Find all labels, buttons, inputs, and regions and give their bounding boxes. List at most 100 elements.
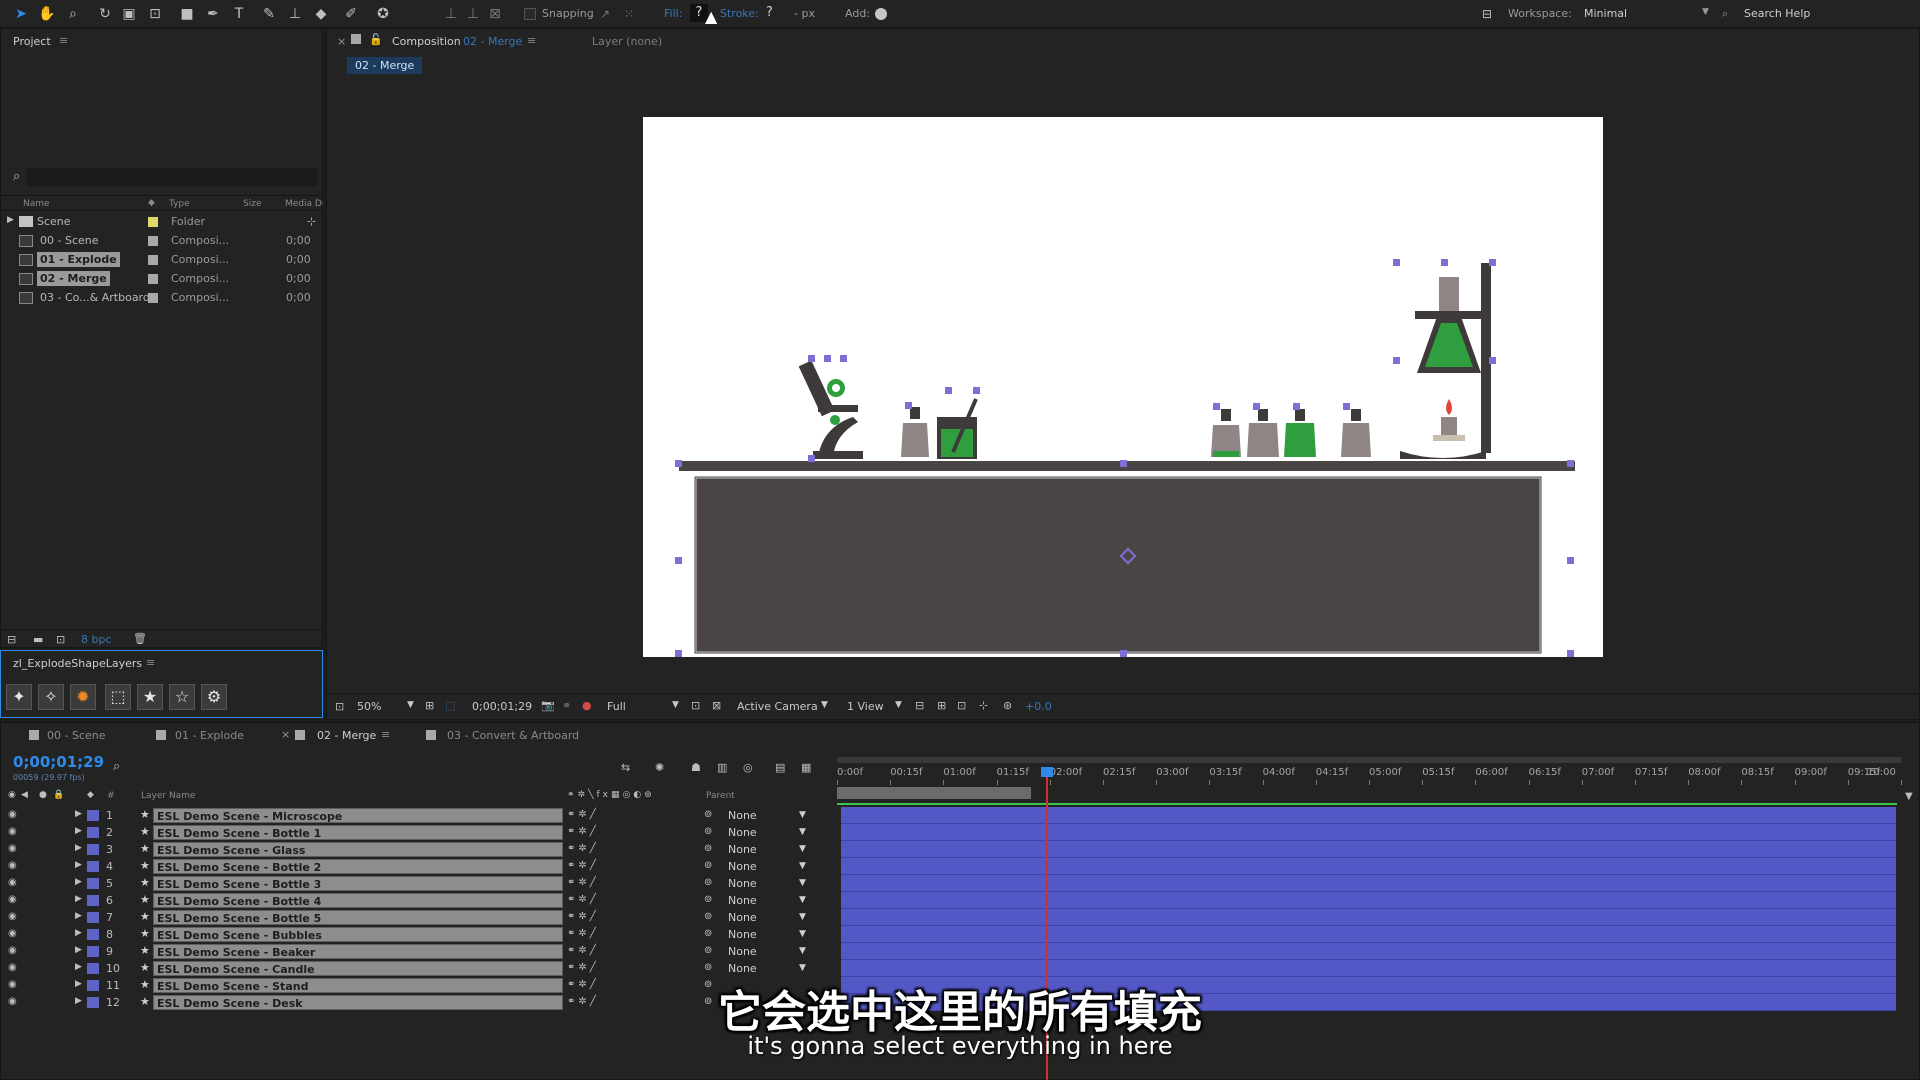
reset-exposure-icon[interactable]: ⊛	[1003, 699, 1012, 712]
video-icon[interactable]: ◉	[8, 790, 16, 800]
label-swatch[interactable]	[148, 274, 158, 284]
selection-handle[interactable]	[1489, 259, 1496, 266]
hand-tool-icon[interactable]: ✋	[36, 3, 58, 25]
project-search-input[interactable]	[27, 168, 317, 186]
layer-switches[interactable]: ⚭✲╱	[567, 877, 599, 888]
stroke-label[interactable]: Stroke:	[720, 7, 759, 20]
script-panel-tab[interactable]: zl_ExplodeShapeLayers	[13, 657, 142, 670]
project-item-comp[interactable]: 00 - Scene Composi... 0;00	[11, 232, 311, 251]
panel-menu-icon[interactable]: ≡	[59, 34, 68, 47]
panel-menu-icon[interactable]: ≡	[381, 728, 390, 741]
eye-icon[interactable]: ◉	[8, 860, 17, 871]
selection-handle[interactable]	[1393, 357, 1400, 364]
layer-row[interactable]: ◉ ▶ 9 ★ ESL Demo Scene - Beaker ⚭✲╱ ⊚ None ▼	[1, 943, 831, 960]
selection-handle[interactable]	[945, 387, 952, 394]
selection-handle[interactable]	[824, 355, 831, 362]
star-filled-icon[interactable]: ★	[137, 684, 163, 710]
lock-icon[interactable]: 🔒	[53, 790, 64, 800]
selection-handle[interactable]	[840, 355, 847, 362]
col-num[interactable]: #	[107, 791, 115, 801]
label-swatch[interactable]	[87, 895, 99, 906]
layer-switches[interactable]: ⚭✲╱	[567, 809, 599, 820]
label-swatch[interactable]	[87, 861, 99, 872]
selection-handle[interactable]	[1441, 259, 1448, 266]
brush-tool-icon[interactable]: ✎	[258, 3, 280, 25]
view-layout-dropdown[interactable]: 1 View	[847, 700, 884, 713]
close-tab-icon[interactable]: ×	[281, 728, 290, 741]
workspace-chevron-down-icon[interactable]: ▼	[1702, 7, 1709, 17]
star-outline-icon[interactable]: ☆	[169, 684, 195, 710]
expand-triangle-icon[interactable]: ▶	[75, 860, 82, 870]
chevron-down-icon[interactable]: ▼	[821, 700, 828, 710]
layer-row[interactable]: ◉ ▶ 2 ★ ESL Demo Scene - Bottle 1 ⚭✲╱ ⊚ None…	[1, 824, 831, 841]
layer-switches[interactable]: ⚭✲╱	[567, 826, 599, 837]
panel-menu-icon[interactable]: ≡	[527, 34, 536, 47]
selection-handle[interactable]	[1567, 557, 1574, 564]
stroke-width-field[interactable]: - px	[794, 7, 815, 20]
resolution-dropdown[interactable]: Full	[607, 700, 626, 713]
comp-breadcrumb[interactable]: 02 - Merge	[347, 57, 423, 74]
eye-icon[interactable]: ◉	[8, 911, 17, 922]
layer-row[interactable]: ◉ ▶ 3 ★ ESL Demo Scene - Glass ⚭✲╱ ⊚ None ▼	[1, 841, 831, 858]
selection-handle[interactable]	[1343, 403, 1350, 410]
col-layer-name[interactable]: Layer Name	[141, 791, 196, 801]
show-snapshot-icon[interactable]: ⚭	[562, 699, 571, 712]
label-swatch[interactable]	[87, 827, 99, 838]
expand-triangle-icon[interactable]: ▶	[75, 809, 82, 819]
axis-world-icon[interactable]: ⊥	[462, 3, 484, 25]
chevron-down-icon[interactable]: ▼	[799, 895, 806, 905]
label-swatch[interactable]	[148, 293, 158, 303]
project-tab[interactable]: Project	[13, 35, 51, 48]
pick-whip-icon[interactable]: ⊚	[704, 928, 712, 939]
project-item-comp[interactable]: 01 - Explode Composi... 0;00	[11, 251, 311, 270]
layer-duration-bar[interactable]	[841, 909, 1896, 926]
label-swatch[interactable]	[87, 810, 99, 821]
layer-row[interactable]: ◉ ▶ 7 ★ ESL Demo Scene - Bottle 5 ⚭✲╱ ⊚ None…	[1, 909, 831, 926]
new-folder-icon[interactable]: ▬	[33, 633, 43, 646]
pick-whip-icon[interactable]: ⊚	[704, 877, 712, 888]
selection-handle[interactable]	[1253, 403, 1260, 410]
stroke-swatch[interactable]: ?	[766, 5, 773, 20]
col-parent[interactable]: Parent	[706, 791, 735, 801]
shy-layers-icon[interactable]: ☗	[691, 761, 701, 774]
layer-name[interactable]: ESL Demo Scene - Bottle 2	[153, 859, 563, 874]
frame-blending-icon[interactable]: ▥	[717, 761, 727, 774]
selection-handle[interactable]	[905, 402, 912, 409]
flowchart-icon[interactable]: ⊹	[979, 699, 988, 712]
layer-switches[interactable]: ⚭✲╱	[567, 911, 599, 922]
eye-icon[interactable]: ◉	[8, 809, 17, 820]
timeline-timecode[interactable]: 0;00;01;29	[13, 753, 104, 771]
rotate-tool-icon[interactable]: ↻	[94, 3, 116, 25]
layer-tab[interactable]: Layer (none)	[592, 35, 662, 48]
layer-name[interactable]: ESL Demo Scene - Bubbles	[153, 927, 563, 942]
pen-tool-icon[interactable]: ✒	[202, 3, 224, 25]
layer-name[interactable]: ESL Demo Scene - Bottle 1	[153, 825, 563, 840]
layer-duration-bar[interactable]	[841, 892, 1896, 909]
workspace-dropdown[interactable]: Minimal	[1584, 7, 1627, 20]
add-menu-icon[interactable]	[875, 8, 887, 20]
col-type[interactable]: Type	[169, 199, 190, 209]
parent-dropdown[interactable]: None	[728, 843, 757, 856]
work-area-bar[interactable]	[837, 757, 1901, 763]
eye-icon[interactable]: ◉	[8, 877, 17, 888]
label-swatch[interactable]	[148, 255, 158, 265]
search-help-field[interactable]: Search Help	[1744, 7, 1810, 20]
new-composition-icon[interactable]: ⊡	[56, 633, 65, 646]
eye-icon[interactable]: ◉	[8, 962, 17, 973]
label-swatch[interactable]	[87, 912, 99, 923]
timeline-icon[interactable]: ⊡	[957, 699, 966, 712]
layer-duration-bar[interactable]	[841, 875, 1896, 892]
layer-duration-bar[interactable]	[841, 960, 1896, 977]
label-swatch[interactable]	[148, 236, 158, 246]
playhead-handle[interactable]	[1041, 767, 1053, 777]
fast-draft-icon[interactable]: ⊞	[937, 699, 946, 712]
expand-triangle-icon[interactable]: ▶	[7, 215, 14, 225]
layer-switches[interactable]: ⚭✲╱	[567, 928, 599, 939]
layer-name[interactable]: ESL Demo Scene - Glass	[153, 842, 563, 857]
toggle-pixel-aspect-icon[interactable]: ⊟	[915, 699, 924, 712]
parent-dropdown[interactable]: None	[728, 911, 757, 924]
expand-triangle-icon[interactable]: ▶	[75, 843, 82, 853]
search-icon[interactable]: ⌕	[1722, 7, 1728, 21]
chevron-down-icon[interactable]: ▼	[672, 700, 679, 710]
panel-menu-icon[interactable]: ≡	[146, 656, 155, 669]
